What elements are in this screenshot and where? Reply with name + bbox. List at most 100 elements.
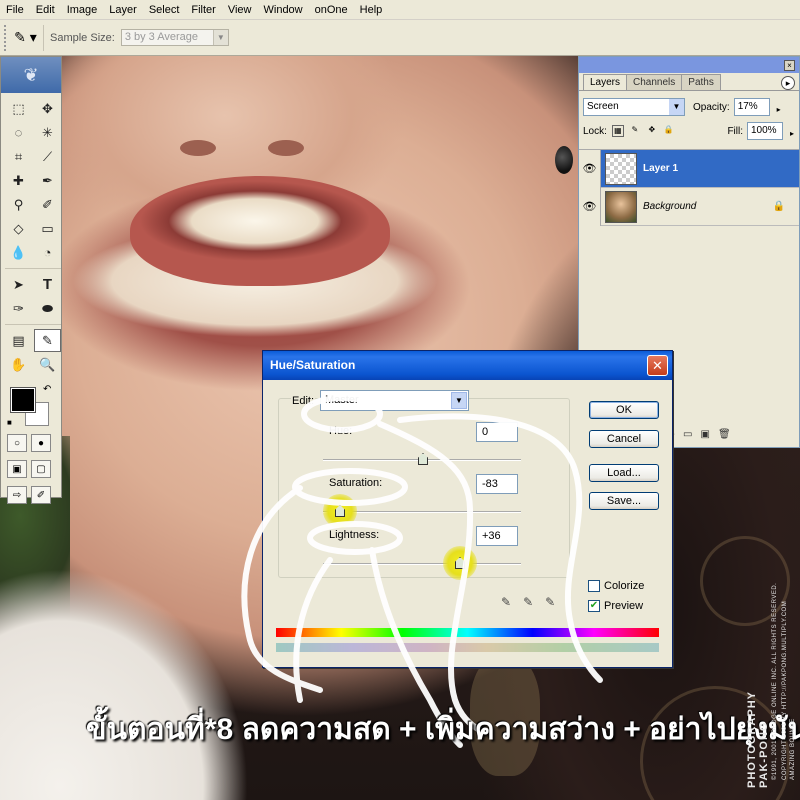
blur-tool-icon[interactable]: 💧 <box>5 241 32 264</box>
menu-window[interactable]: Window <box>258 0 309 20</box>
pen-tool-icon[interactable]: ✑ <box>5 297 32 320</box>
dodge-tool-icon[interactable]: ◔ <box>34 241 61 264</box>
slice-tool-icon[interactable]: ⟋ <box>34 145 61 168</box>
sample-size-select[interactable]: 3 by 3 Average ▼ <box>120 29 229 46</box>
layer-name: Background <box>643 201 697 212</box>
zoom-tool-icon[interactable]: 🔍 <box>34 353 61 376</box>
eyedropper-tool-icon[interactable]: ✎ <box>34 329 61 352</box>
foreground-color-swatch[interactable] <box>10 387 36 413</box>
eyedropper-minus-icon[interactable]: ✎ <box>545 595 555 609</box>
clone-stamp-icon[interactable]: ⚲ <box>5 193 32 216</box>
panel-menu-icon[interactable]: ▸ <box>781 76 795 90</box>
screen-mode-standard-icon[interactable]: ▣ <box>7 460 27 478</box>
eye-icon[interactable]: 👁 <box>579 187 601 226</box>
lock-position-icon[interactable]: ✥ <box>646 125 658 137</box>
colorize-box[interactable] <box>588 580 600 592</box>
brush-toggle-icon[interactable]: ✐ <box>31 486 51 504</box>
lock-all-icon[interactable]: 🔒 <box>663 125 675 137</box>
standard-mode-icon[interactable]: ○ <box>7 434 27 452</box>
opacity-input[interactable]: 17% ▸ <box>733 98 781 116</box>
menu-bar: File Edit Image Layer Select Filter View… <box>0 0 800 20</box>
lasso-tool-icon[interactable]: ◌ <box>5 121 32 144</box>
menu-filter[interactable]: Filter <box>185 0 221 20</box>
credit-name: PAK-PONG <box>758 721 770 788</box>
saturation-input[interactable]: -83 <box>476 474 518 494</box>
layers-footer: ◑ ▭ ▣ 🗑 <box>669 429 731 440</box>
marquee-tool-icon[interactable]: ⬚ <box>5 97 32 120</box>
tool-separator <box>5 268 61 272</box>
dialog-title: Hue/Saturation <box>270 358 356 372</box>
screen-mode-full-icon[interactable]: ▢ <box>31 460 51 478</box>
type-tool-icon[interactable]: T <box>34 273 61 296</box>
hand-tool-icon[interactable]: ✋ <box>5 353 32 376</box>
edit-select[interactable]: Master ▼ <box>320 390 469 411</box>
menu-edit[interactable]: Edit <box>30 0 61 20</box>
cancel-button[interactable]: Cancel <box>589 430 659 448</box>
adjustment-group <box>278 398 570 578</box>
chevron-right-icon[interactable]: ▸ <box>777 102 781 118</box>
fill-input[interactable]: 100% ▸ <box>747 122 794 140</box>
swap-colors-icon[interactable]: ↶ <box>43 384 51 395</box>
new-layer-icon[interactable]: ▣ <box>701 429 710 440</box>
load-button[interactable]: Load... <box>589 464 659 482</box>
tab-layers[interactable]: Layers <box>583 74 628 90</box>
menu-view[interactable]: View <box>222 0 258 20</box>
shape-tool-icon[interactable]: ⬬ <box>34 297 61 320</box>
tab-paths[interactable]: Paths <box>681 74 721 90</box>
menu-layer[interactable]: Layer <box>103 0 143 20</box>
trash-icon[interactable]: 🗑 <box>718 429 731 440</box>
hue-input[interactable]: 0 <box>476 422 518 442</box>
save-button[interactable]: Save... <box>589 492 659 510</box>
menu-file[interactable]: File <box>0 0 30 20</box>
menu-help[interactable]: Help <box>354 0 389 20</box>
colorize-checkbox[interactable]: Colorize <box>588 580 644 592</box>
ok-button[interactable]: OK <box>589 401 659 419</box>
layer-row-background[interactable]: 👁 Background 🔒 <box>579 187 799 226</box>
history-brush-icon[interactable]: ✐ <box>34 193 61 216</box>
blend-mode-select[interactable]: Screen ▼ <box>583 98 685 116</box>
tools-header: ❦ <box>1 57 61 93</box>
eyedropper-plus-icon[interactable]: ✎ <box>523 595 533 609</box>
layer-row-layer1[interactable]: 👁 Layer 1 <box>579 149 799 188</box>
close-icon[interactable]: × <box>784 59 795 71</box>
chevron-right-icon[interactable]: ▸ <box>790 126 794 142</box>
nostril-left <box>180 140 216 156</box>
menu-select[interactable]: Select <box>143 0 186 20</box>
tab-channels[interactable]: Channels <box>626 74 683 90</box>
gradient-tool-icon[interactable]: ▭ <box>34 217 61 240</box>
lightness-input[interactable]: +36 <box>476 526 518 546</box>
eye-icon[interactable]: 👁 <box>579 149 601 188</box>
healing-brush-icon[interactable]: ✚ <box>5 169 32 192</box>
lock-transparency-icon[interactable]: ▦ <box>611 125 624 137</box>
new-group-icon[interactable]: ▭ <box>683 429 692 440</box>
crop-tool-icon[interactable]: ⌗ <box>5 145 32 168</box>
lightness-slider-track[interactable] <box>323 563 521 565</box>
jump-to-imageready-icon[interactable]: ⇨ <box>7 486 27 504</box>
eyedropper-group: ✎ ✎ ✎ <box>501 595 555 609</box>
eraser-tool-icon[interactable]: ◇ <box>5 217 32 240</box>
eyedropper-icon[interactable]: ✎ ▾ <box>8 24 44 51</box>
brush-tool-icon[interactable]: ✒ <box>34 169 61 192</box>
path-select-icon[interactable]: ➤ <box>5 273 32 296</box>
color-swatches: ↶ ■ <box>5 382 61 430</box>
tutorial-caption: ขั้นตอนที่*8 ลดความสด + เพิ่มความสว่าง +… <box>86 713 800 746</box>
sample-size-label: Sample Size: <box>50 31 115 44</box>
blend-mode-value: Screen <box>587 101 619 112</box>
lock-image-icon[interactable]: ✎ <box>629 125 641 137</box>
colorize-label: Colorize <box>604 580 645 592</box>
default-colors-icon[interactable]: ■ <box>7 418 12 427</box>
menu-onone[interactable]: onOne <box>309 0 354 20</box>
chevron-down-icon: ▼ <box>669 99 684 115</box>
preview-checkbox[interactable]: ✔ Preview <box>588 600 643 612</box>
notes-tool-icon[interactable]: ▤ <box>5 329 32 352</box>
quick-mask-icon[interactable]: ● <box>31 434 51 452</box>
magic-wand-icon[interactable]: ✳ <box>34 121 61 144</box>
menu-image[interactable]: Image <box>61 0 104 20</box>
close-icon[interactable]: ✕ <box>647 355 668 376</box>
fill-value: 100% <box>751 125 777 136</box>
move-tool-icon[interactable]: ✥ <box>34 97 61 120</box>
preview-box[interactable]: ✔ <box>588 600 600 612</box>
credit-line2: COPYRIGHT 2001 BY HTTP://PAKPONG.MULTIPL… <box>782 600 788 780</box>
eyedropper-icon[interactable]: ✎ <box>501 595 511 609</box>
nostril-right <box>268 140 304 156</box>
